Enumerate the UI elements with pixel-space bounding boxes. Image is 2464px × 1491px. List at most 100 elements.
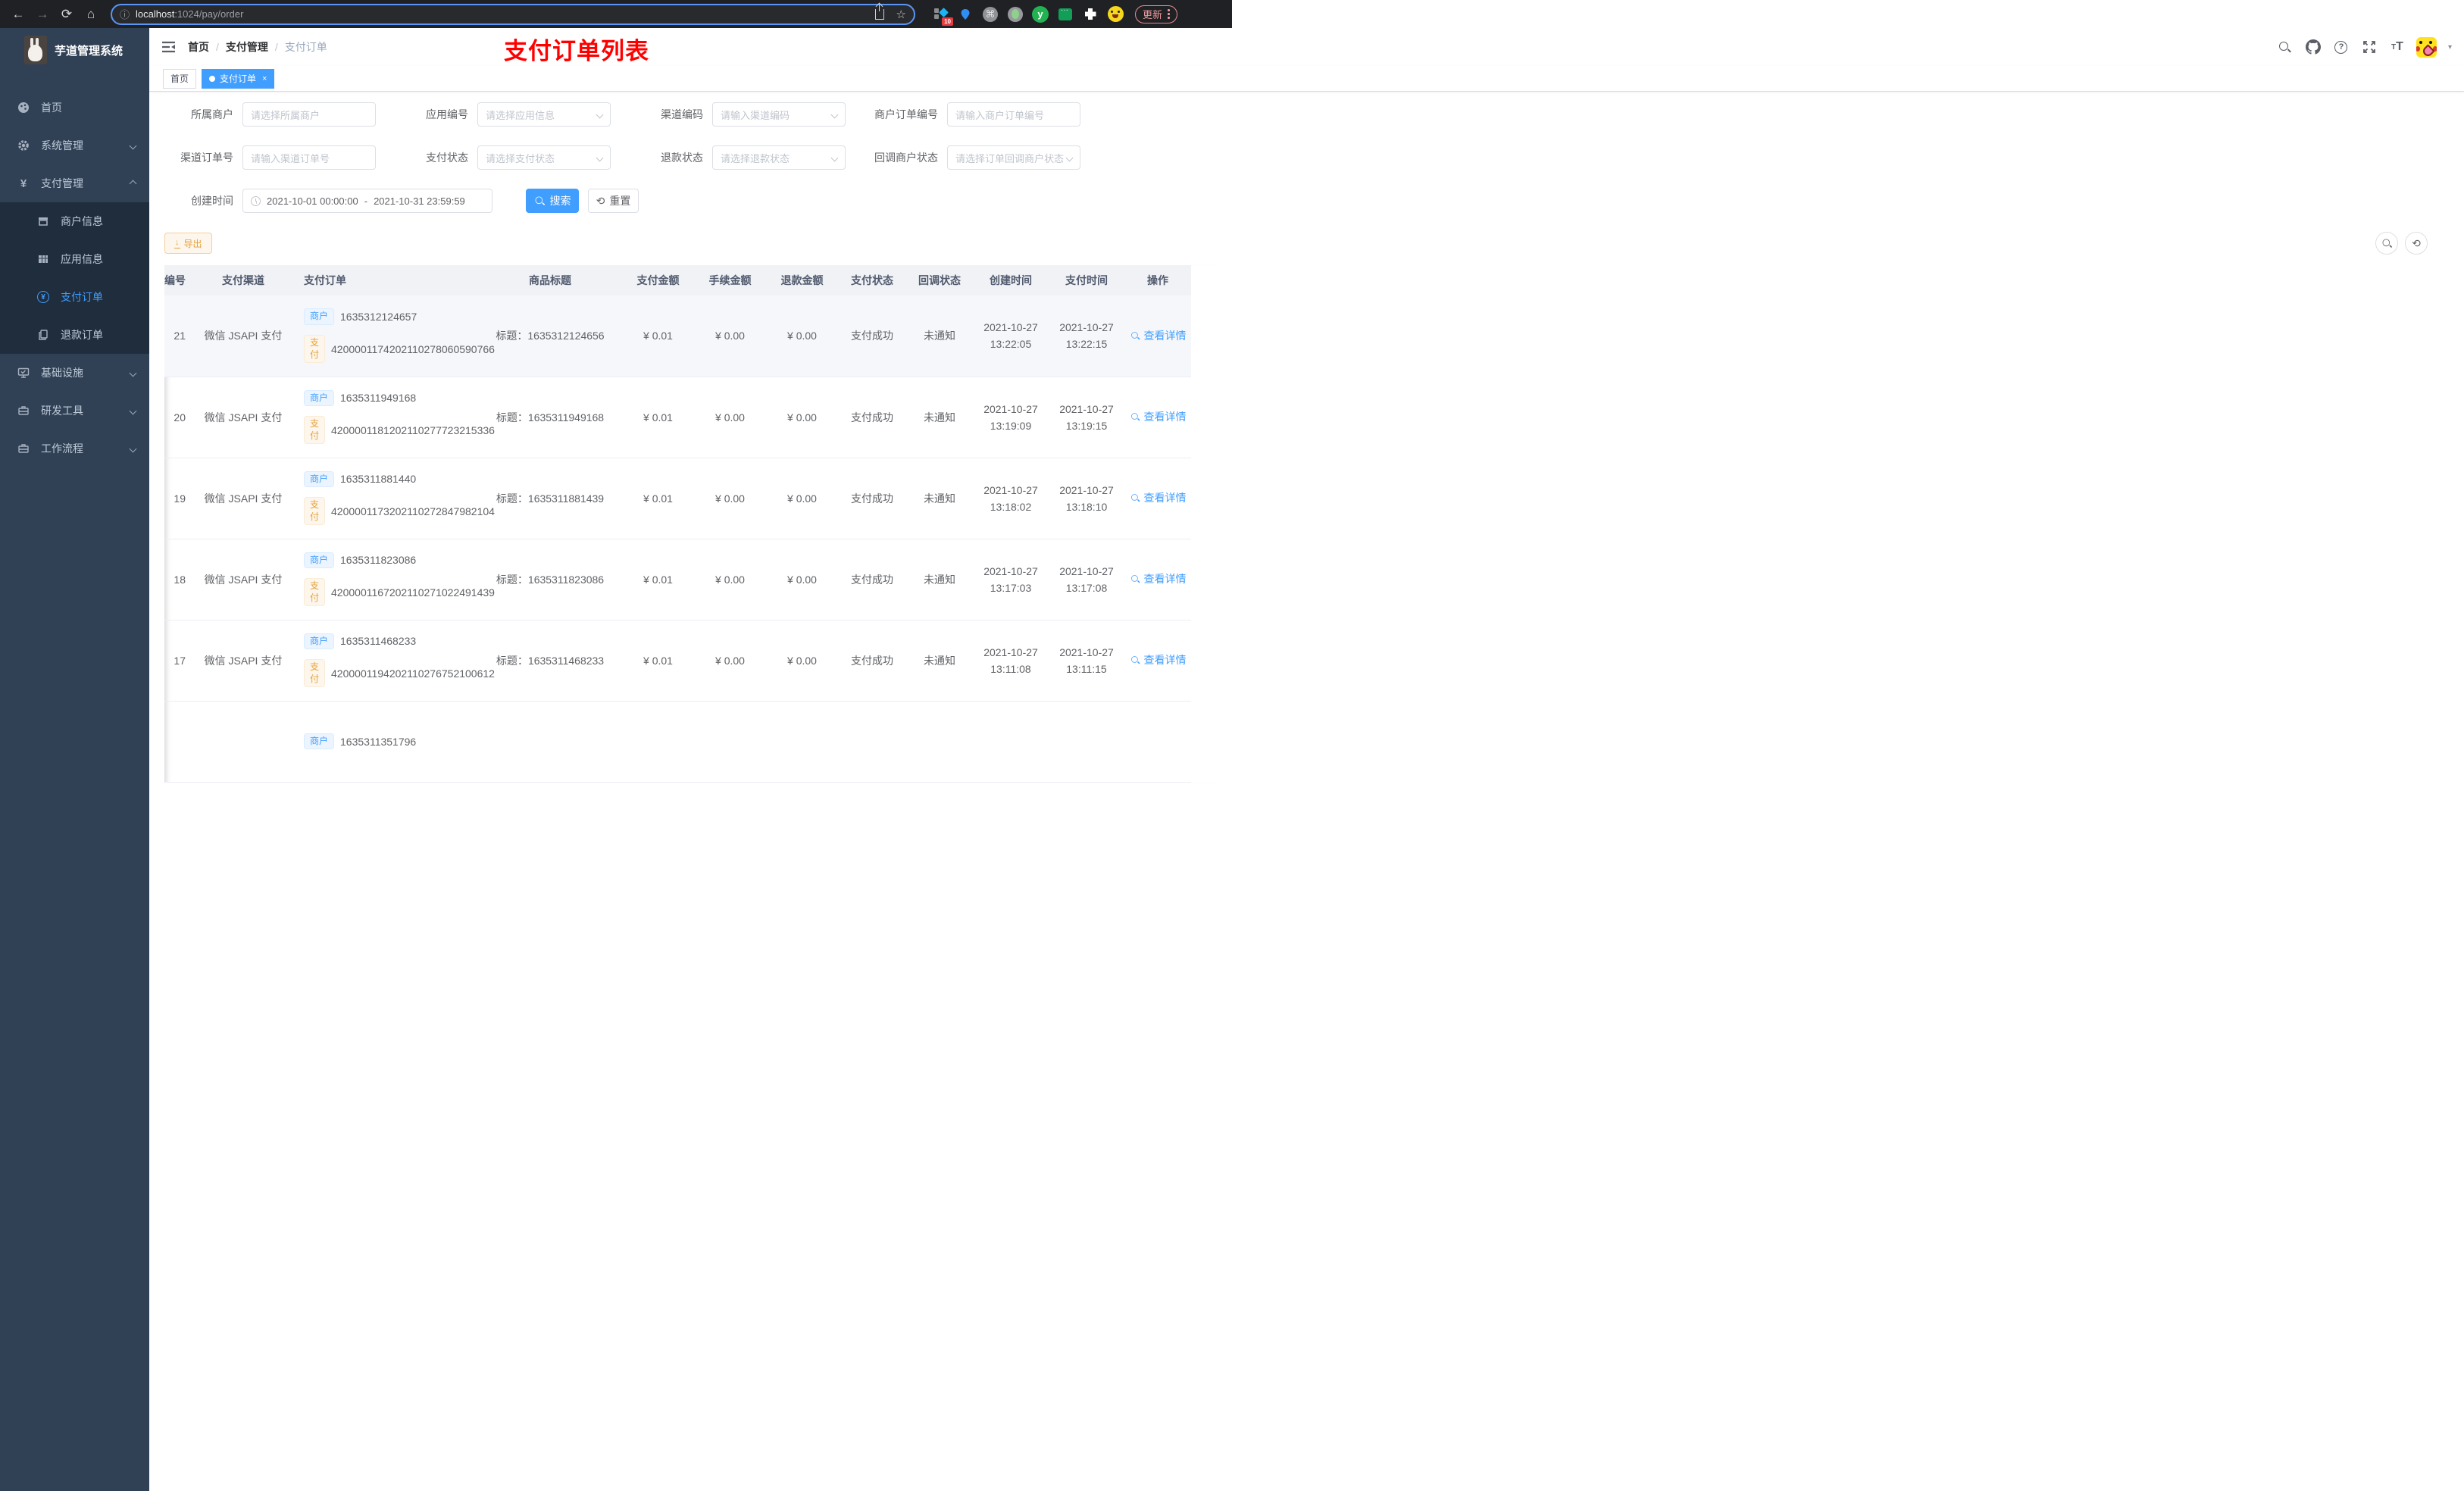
- help-icon[interactable]: ?: [2332, 38, 2350, 56]
- extension-dot-icon[interactable]: [1007, 6, 1024, 23]
- sidebar-fold-icon[interactable]: [161, 41, 176, 53]
- refresh-table-button[interactable]: ⟲: [2405, 232, 2428, 255]
- channel-code-select[interactable]: 请输入渠道编码: [712, 102, 846, 127]
- operation-cell: 查看详情: [1124, 458, 1191, 539]
- share-icon[interactable]: [874, 4, 884, 20]
- refund-amount-cell: ¥ 0.00: [766, 539, 838, 620]
- address-bar[interactable]: ⓘ localhost :1024/pay/order ☆: [111, 3, 915, 25]
- chevron-up-icon: [129, 180, 137, 187]
- notify-status-cell: 未通知: [906, 620, 973, 702]
- app-logo[interactable]: 芋道管理系统: [0, 28, 149, 72]
- channel-order-input[interactable]: 请输入渠道订单号: [242, 145, 376, 170]
- notify-status-cell: 未通知: [906, 458, 973, 539]
- goods-title-cell: 标题：1635311823086: [478, 539, 622, 620]
- view-detail-link[interactable]: 查看详情: [1130, 652, 1187, 667]
- export-button[interactable]: ↓ 导出: [164, 233, 212, 254]
- pay-order-cell: 商户 1635311468233 支付 42000011942021102767521…: [296, 620, 495, 702]
- refund-status-select[interactable]: 请选择退款状态: [712, 145, 846, 170]
- sidebar-item-system[interactable]: 系统管理: [0, 127, 149, 164]
- tab-pay-order[interactable]: 支付订单 ×: [202, 68, 275, 89]
- sidebar-item-pay[interactable]: ¥ 支付管理: [0, 164, 149, 202]
- profile-avatar-icon[interactable]: [1107, 6, 1124, 23]
- filter-app-id: 应用编号 请选择应用信息: [399, 102, 627, 127]
- table-row: 18 微信 JSAPI 支付 商户 1635311823086 支付 4200001167…: [164, 539, 1191, 620]
- extensions-puzzle-icon[interactable]: [1082, 6, 1099, 23]
- sidebar-item-workflow[interactable]: 工作流程: [0, 430, 149, 467]
- briefcase-icon: [17, 442, 30, 455]
- sidebar-item-infra[interactable]: 基础设施: [0, 354, 149, 392]
- chevron-down-icon: [1065, 154, 1074, 161]
- app-select[interactable]: 请选择应用信息: [477, 102, 611, 127]
- extension-y-icon[interactable]: y: [1032, 5, 1049, 23]
- browser-menu-icon[interactable]: [1168, 9, 1170, 19]
- extension-badge: 10: [942, 17, 953, 26]
- view-detail-link[interactable]: 查看详情: [1130, 571, 1187, 586]
- sidebar-item-home[interactable]: 首页: [0, 89, 149, 127]
- search-icon: [1130, 655, 1140, 664]
- site-info-icon[interactable]: ⓘ: [120, 7, 130, 21]
- dashboard-icon: [17, 102, 30, 114]
- operation-cell: 查看详情: [1124, 620, 1191, 702]
- reset-button[interactable]: ⟲ 重置: [588, 189, 639, 213]
- fee-amount-cell: ¥ 0.00: [694, 377, 766, 458]
- merchant-select[interactable]: 请选择所属商户: [242, 102, 376, 127]
- extension-command-icon[interactable]: ⌘: [982, 6, 999, 23]
- sidebar-item-app-info[interactable]: 应用信息: [0, 240, 149, 278]
- view-detail-link[interactable]: 查看详情: [1130, 409, 1187, 424]
- merchant-order-input[interactable]: 请输入商户订单编号: [947, 102, 1080, 127]
- merchant-tag: 商户: [304, 552, 335, 569]
- filter-create-time: 创建时间 2021-10-01 00:00:00 - 2021-10-31 23…: [164, 189, 508, 213]
- chevron-down-icon: [129, 445, 137, 452]
- breadcrumb-pay-manage[interactable]: 支付管理: [226, 39, 268, 55]
- tab-home[interactable]: 首页: [163, 68, 197, 89]
- sidebar-item-pay-order[interactable]: ¥ 支付订单: [0, 278, 149, 316]
- extension-pin-icon[interactable]: [957, 6, 974, 23]
- chevron-down-icon: [129, 142, 137, 149]
- table-row: 21 微信 JSAPI 支付 商户 1635312124657 支付 4200001174…: [164, 295, 1191, 377]
- browser-home-button[interactable]: ⌂: [80, 4, 102, 25]
- font-size-icon[interactable]: TT: [2388, 38, 2406, 56]
- sidebar-item-merchant-info[interactable]: 商户信息: [0, 202, 149, 240]
- browser-forward-button[interactable]: →: [32, 4, 53, 25]
- extension-chat-icon[interactable]: [1057, 6, 1074, 23]
- github-icon[interactable]: [2304, 38, 2322, 56]
- view-detail-link[interactable]: 查看详情: [1130, 490, 1187, 505]
- pay-order-no: 4200001181202110277723215336: [331, 424, 495, 436]
- search-icon[interactable]: [2276, 38, 2294, 56]
- pay-status-select[interactable]: 请选择支付状态: [477, 145, 611, 170]
- view-detail-link[interactable]: 查看详情: [1130, 328, 1187, 343]
- breadcrumb-home[interactable]: 首页: [188, 39, 209, 55]
- notify-status-cell: 未通知: [906, 377, 973, 458]
- table-row: 17 微信 JSAPI 支付 商户 1635311468233 支付 4200001194…: [164, 620, 1191, 702]
- date-range-input[interactable]: 2021-10-01 00:00:00 - 2021-10-31 23:59:5…: [242, 189, 492, 213]
- close-icon[interactable]: ×: [262, 74, 267, 83]
- fullscreen-icon[interactable]: [2360, 38, 2378, 56]
- pay-order-no: 4200001167202110271022491439: [331, 586, 495, 599]
- toggle-search-button[interactable]: [2375, 232, 2398, 255]
- notify-status-select[interactable]: 请选择订单回调商户状态: [947, 145, 1081, 170]
- search-button[interactable]: 搜索: [526, 189, 579, 213]
- sidebar-item-refund-order[interactable]: 退款订单: [0, 316, 149, 354]
- user-avatar[interactable]: [2416, 36, 2437, 58]
- goods-title-cell: 标题：1635311949168: [478, 377, 622, 458]
- bookmark-star-icon[interactable]: ☆: [896, 8, 906, 21]
- pay-channel-cell: 微信 JSAPI 支付: [190, 377, 296, 458]
- browser-reload-button[interactable]: ⟳: [56, 4, 77, 25]
- order-id-cell: 19: [164, 458, 190, 539]
- pay-order-no: 4200001173202110272847982104: [331, 505, 495, 517]
- pay-tag: 支付: [304, 497, 326, 526]
- sidebar-item-devtools[interactable]: 研发工具: [0, 392, 149, 430]
- merchant-tag: 商户: [304, 308, 335, 325]
- create-time-cell: [973, 701, 1049, 783]
- filter-channel-order-no: 渠道订单号 请输入渠道订单号: [164, 145, 392, 170]
- browser-update-button[interactable]: 更新: [1135, 5, 1177, 23]
- pay-channel-cell: 微信 JSAPI 支付: [190, 620, 296, 702]
- pay-time-cell: 2021-10-27 13:11:15: [1049, 620, 1124, 702]
- browser-back-button[interactable]: ←: [8, 4, 29, 25]
- order-id-cell: [164, 701, 190, 783]
- store-icon: [36, 215, 50, 227]
- extension-workspaces-icon[interactable]: 10: [932, 6, 953, 26]
- avatar-caret-icon[interactable]: ▾: [2448, 43, 2452, 52]
- merchant-order-no: 1635312124657: [340, 311, 417, 324]
- create-time-cell: 2021-10-27 13:19:09: [973, 377, 1049, 458]
